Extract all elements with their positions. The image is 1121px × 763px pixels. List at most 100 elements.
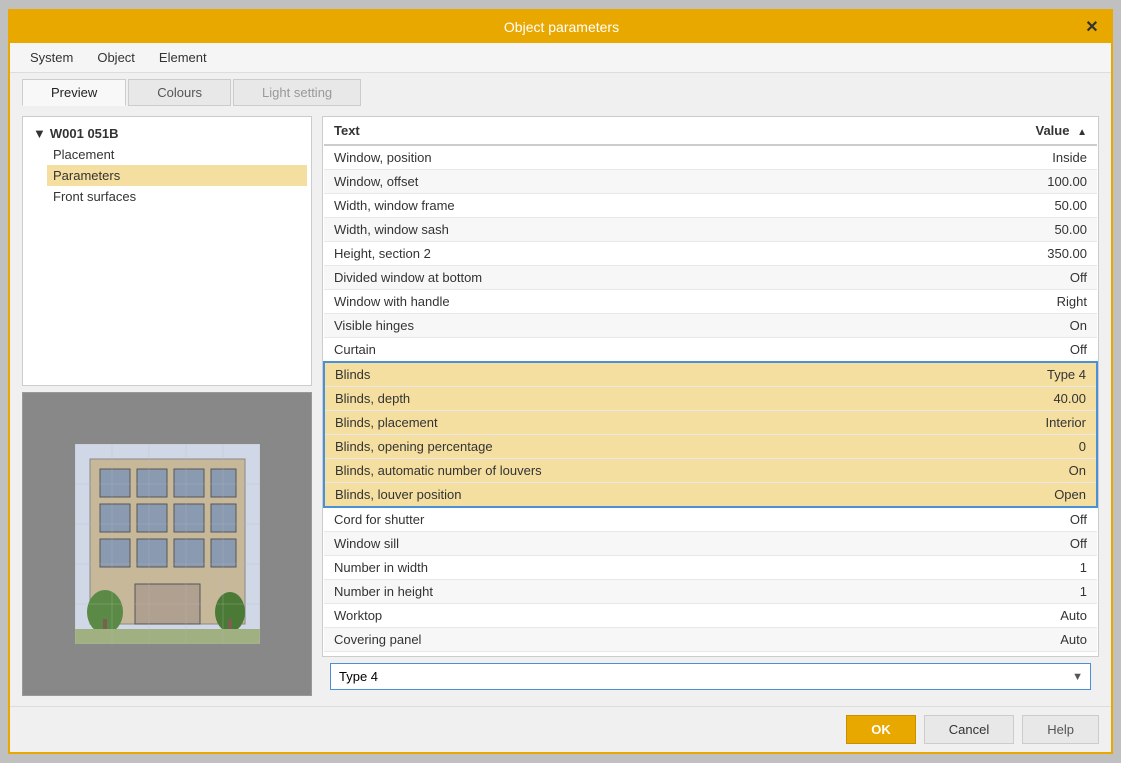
param-value: Open bbox=[912, 483, 1097, 508]
tree-root-label: W001 051B bbox=[50, 126, 119, 141]
table-row[interactable]: Window with handleRight bbox=[324, 290, 1097, 314]
table-row[interactable]: Window, positionInside bbox=[324, 145, 1097, 170]
params-table-wrapper[interactable]: Text Value ▲ Window, positionInsideWindo… bbox=[322, 116, 1099, 657]
param-value: 0 bbox=[912, 435, 1097, 459]
param-text: Width, window sash bbox=[324, 218, 912, 242]
table-row[interactable]: CurtainOff bbox=[324, 338, 1097, 363]
params-table: Text Value ▲ Window, positionInsideWindo… bbox=[323, 117, 1098, 652]
param-value: On bbox=[912, 314, 1097, 338]
param-value: Auto bbox=[912, 604, 1097, 628]
param-text: Width, window frame bbox=[324, 194, 912, 218]
building-preview bbox=[75, 444, 260, 644]
param-value: Off bbox=[912, 338, 1097, 363]
param-text: Window, offset bbox=[324, 170, 912, 194]
ok-button[interactable]: OK bbox=[846, 715, 916, 744]
close-button[interactable]: ✕ bbox=[1083, 18, 1101, 36]
param-text: Number in width bbox=[324, 556, 912, 580]
param-text: Worktop bbox=[324, 604, 912, 628]
param-value: 40.00 bbox=[912, 387, 1097, 411]
param-value: 1 bbox=[912, 580, 1097, 604]
param-value: Off bbox=[912, 266, 1097, 290]
dropdown-row: Type 1Type 2Type 3Type 4Type 5 bbox=[322, 657, 1099, 696]
param-value: 100.00 bbox=[912, 170, 1097, 194]
param-value: Right bbox=[912, 290, 1097, 314]
param-text: Covering panel bbox=[324, 628, 912, 652]
table-row[interactable]: Blinds, depth40.00 bbox=[324, 387, 1097, 411]
table-row[interactable]: Height, section 2350.00 bbox=[324, 242, 1097, 266]
param-text: Window with handle bbox=[324, 290, 912, 314]
param-text: Blinds, depth bbox=[324, 387, 912, 411]
tab-preview[interactable]: Preview bbox=[22, 79, 126, 106]
table-row[interactable]: Cord for shutterOff bbox=[324, 507, 1097, 532]
tree-item-label: Front surfaces bbox=[53, 189, 136, 204]
table-row[interactable]: Window sillOff bbox=[324, 532, 1097, 556]
tree-item-front-surfaces[interactable]: Front surfaces bbox=[47, 186, 307, 207]
table-row[interactable]: Visible hingesOn bbox=[324, 314, 1097, 338]
param-value: 50.00 bbox=[912, 218, 1097, 242]
param-text: Window, position bbox=[324, 145, 912, 170]
preview-area bbox=[22, 392, 312, 696]
menu-system[interactable]: System bbox=[18, 47, 85, 68]
tab-colours[interactable]: Colours bbox=[128, 79, 231, 106]
menu-element[interactable]: Element bbox=[147, 47, 219, 68]
param-text: Blinds, opening percentage bbox=[324, 435, 912, 459]
tabs-bar: Preview Colours Light setting bbox=[10, 73, 1111, 106]
table-row[interactable]: Divided window at bottomOff bbox=[324, 266, 1097, 290]
menu-object[interactable]: Object bbox=[85, 47, 147, 68]
table-row[interactable]: Blinds, opening percentage0 bbox=[324, 435, 1097, 459]
param-value: Off bbox=[912, 532, 1097, 556]
help-button[interactable]: Help bbox=[1022, 715, 1099, 744]
param-text: Divided window at bottom bbox=[324, 266, 912, 290]
sort-arrow-icon: ▲ bbox=[1077, 127, 1087, 138]
table-row[interactable]: Blinds, automatic number of louversOn bbox=[324, 459, 1097, 483]
param-value: Off bbox=[912, 507, 1097, 532]
param-text: Blinds, placement bbox=[324, 411, 912, 435]
param-value: 1 bbox=[912, 556, 1097, 580]
table-row[interactable]: WorktopAuto bbox=[324, 604, 1097, 628]
param-text: Window sill bbox=[324, 532, 912, 556]
tree-item-parameters[interactable]: Parameters bbox=[47, 165, 307, 186]
param-value: On bbox=[912, 459, 1097, 483]
right-panel: Text Value ▲ Window, positionInsideWindo… bbox=[322, 116, 1099, 696]
tree-container: ▼ W001 051B Placement Parameters Front s… bbox=[22, 116, 312, 386]
table-row[interactable]: Number in width1 bbox=[324, 556, 1097, 580]
param-text: Blinds bbox=[324, 362, 912, 387]
param-text: Blinds, louver position bbox=[324, 483, 912, 508]
table-row[interactable]: Window, offset100.00 bbox=[324, 170, 1097, 194]
tree-item-label: Placement bbox=[53, 147, 114, 162]
tab-light-setting: Light setting bbox=[233, 79, 361, 106]
param-value: Type 4 bbox=[912, 362, 1097, 387]
dialog: Object parameters ✕ System Object Elemen… bbox=[8, 9, 1113, 754]
table-row[interactable]: Width, window sash50.00 bbox=[324, 218, 1097, 242]
left-panel: ▼ W001 051B Placement Parameters Front s… bbox=[22, 116, 312, 696]
param-text: Number in height bbox=[324, 580, 912, 604]
param-value: Auto bbox=[912, 628, 1097, 652]
col-header-value: Value ▲ bbox=[912, 117, 1097, 145]
content-area: ▼ W001 051B Placement Parameters Front s… bbox=[10, 106, 1111, 706]
param-text: Cord for shutter bbox=[324, 507, 912, 532]
footer-buttons: OK Cancel Help bbox=[10, 706, 1111, 752]
table-row[interactable]: Blinds, louver positionOpen bbox=[324, 483, 1097, 508]
dropdown-wrapper: Type 1Type 2Type 3Type 4Type 5 bbox=[330, 663, 1091, 690]
table-row[interactable]: Blinds, placementInterior bbox=[324, 411, 1097, 435]
param-text: Blinds, automatic number of louvers bbox=[324, 459, 912, 483]
dialog-title: Object parameters bbox=[40, 19, 1083, 35]
tree-item-placement[interactable]: Placement bbox=[47, 144, 307, 165]
table-row[interactable]: Width, window frame50.00 bbox=[324, 194, 1097, 218]
param-value: 350.00 bbox=[912, 242, 1097, 266]
title-bar: Object parameters ✕ bbox=[10, 11, 1111, 43]
table-row[interactable]: Number in height1 bbox=[324, 580, 1097, 604]
param-value: 50.00 bbox=[912, 194, 1097, 218]
param-value: Inside bbox=[912, 145, 1097, 170]
cancel-button[interactable]: Cancel bbox=[924, 715, 1014, 744]
tree-item-label: Parameters bbox=[53, 168, 120, 183]
tree-root[interactable]: ▼ W001 051B bbox=[27, 123, 307, 144]
blinds-type-dropdown[interactable]: Type 1Type 2Type 3Type 4Type 5 bbox=[330, 663, 1091, 690]
table-row[interactable]: BlindsType 4 bbox=[324, 362, 1097, 387]
param-text: Height, section 2 bbox=[324, 242, 912, 266]
tree-expand-icon: ▼ bbox=[33, 126, 46, 141]
param-text: Curtain bbox=[324, 338, 912, 363]
col-header-text: Text bbox=[324, 117, 912, 145]
table-row[interactable]: Covering panelAuto bbox=[324, 628, 1097, 652]
param-text: Visible hinges bbox=[324, 314, 912, 338]
